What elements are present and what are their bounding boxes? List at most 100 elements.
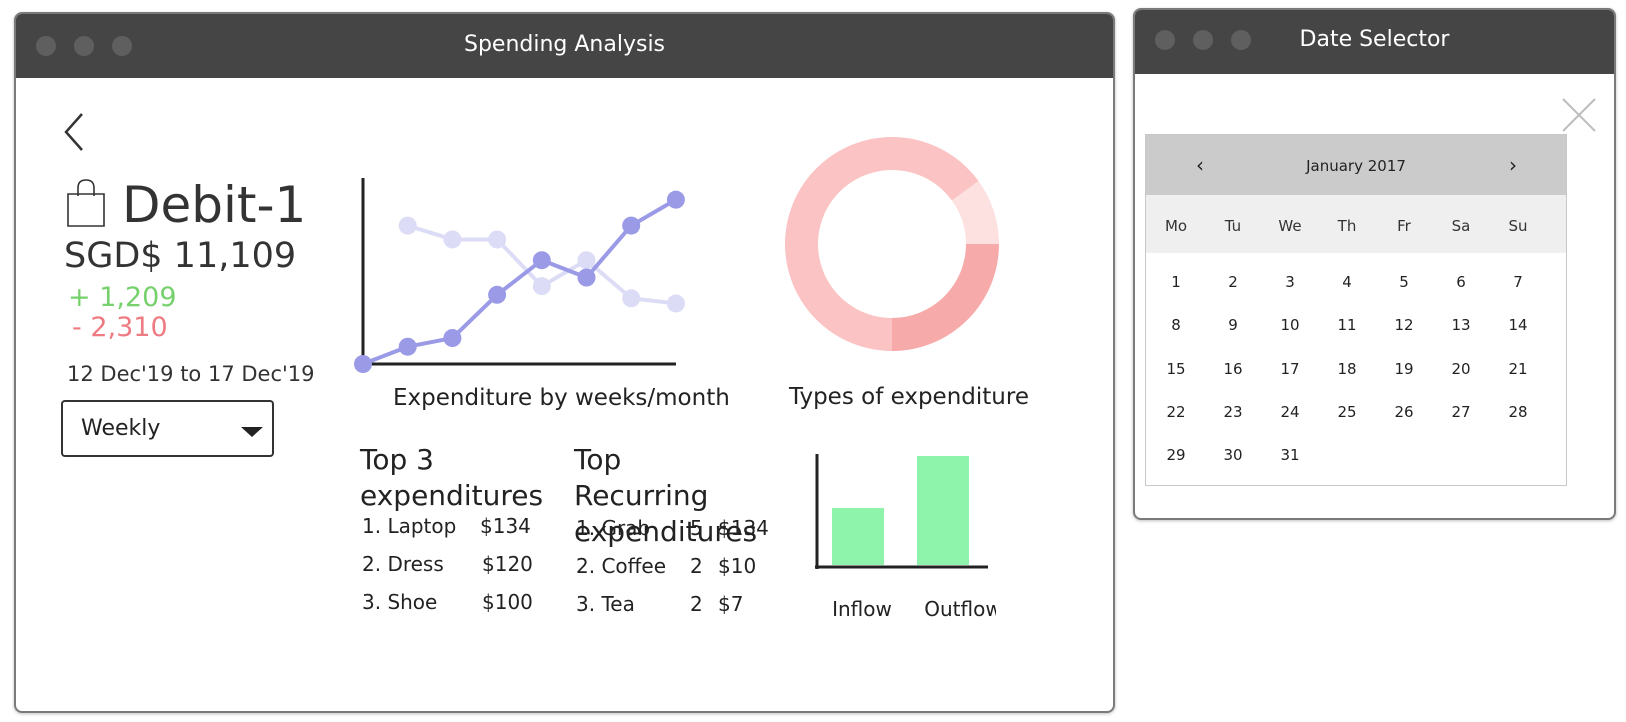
top3-item-amount: $120	[482, 552, 533, 576]
calendar-day[interactable]: 8	[1156, 316, 1196, 334]
line-chart-caption: Expenditure by weeks/month	[393, 385, 730, 411]
line-point	[443, 329, 462, 348]
calendar-day[interactable]: 19	[1384, 360, 1424, 378]
recurring-item-amount: $7	[718, 592, 744, 616]
calendar-day[interactable]: 23	[1213, 403, 1253, 421]
line-point	[354, 355, 372, 373]
weekday-label: We	[1278, 217, 1302, 235]
line-point	[398, 216, 417, 235]
calendar-day[interactable]: 21	[1498, 360, 1538, 378]
calendar-day[interactable]: 2	[1213, 273, 1253, 291]
line-point	[398, 337, 417, 356]
calendar-day[interactable]: 12	[1384, 316, 1424, 334]
top3-item-amount: $100	[482, 590, 533, 614]
outflow-amount: - 2,310	[72, 312, 168, 343]
top3-heading: Top 3 expenditures	[360, 443, 544, 512]
calendar-day[interactable]: 10	[1270, 316, 1310, 334]
line-series-group	[354, 190, 685, 373]
calendar: ‹ January 2017 › Mo Tu We Th Fr Sa Su 12345678…	[1145, 134, 1567, 486]
date-selector-window: Date Selector ‹ January 2017 › Mo Tu We Th F…	[1133, 8, 1616, 520]
calendar-day[interactable]: 27	[1441, 403, 1481, 421]
bar-inflow	[832, 507, 884, 565]
next-month-button[interactable]: ›	[1509, 153, 1517, 177]
calendar-header: ‹ January 2017 ›	[1146, 135, 1566, 195]
bar-label: Inflow	[832, 597, 892, 621]
calendar-day[interactable]: 24	[1270, 403, 1310, 421]
expenditure-line-chart	[354, 178, 685, 373]
calendar-day[interactable]: 20	[1441, 360, 1481, 378]
calendar-day[interactable]: 22	[1156, 403, 1196, 421]
expenditure-types-donut-chart	[785, 136, 999, 351]
recurring-item-amount: $134	[718, 516, 769, 540]
calendar-day[interactable]: 1	[1156, 273, 1196, 291]
line-point	[488, 285, 507, 304]
calendar-month-label: January 2017	[1306, 157, 1406, 175]
top3-item-name: 1. Laptop	[362, 514, 457, 538]
inflow-amount: + 1,209	[68, 282, 177, 313]
weekday-label: Tu	[1224, 217, 1242, 235]
recurring-item-name: 3. Tea	[576, 592, 635, 616]
bar-outflow	[917, 456, 969, 565]
weekday-label: Sa	[1451, 217, 1471, 235]
recurring-item-amount: $10	[718, 554, 757, 578]
recurring-item-name: 1. Grab	[576, 516, 651, 540]
calendar-day[interactable]: 16	[1213, 360, 1253, 378]
weekday-label: Mo	[1164, 217, 1188, 235]
period-dropdown[interactable]: Weekly	[61, 400, 274, 457]
bar-group	[832, 456, 969, 565]
back-arrow-icon[interactable]	[60, 108, 100, 156]
bar-label: Outflow	[924, 597, 996, 621]
line-point	[532, 251, 551, 270]
top3-item-name: 3. Shoe	[362, 590, 438, 614]
spending-analysis-window: Spending Analysis Debit-1 SGD$ 11,109 + …	[14, 12, 1115, 713]
calendar-day[interactable]: 6	[1441, 273, 1481, 291]
recurring-item-count: 2	[690, 554, 703, 578]
line-point	[666, 190, 685, 209]
weekday-label: Fr	[1397, 217, 1411, 235]
weekday-label: Su	[1508, 217, 1528, 235]
calendar-day[interactable]: 25	[1327, 403, 1367, 421]
calendar-day[interactable]: 9	[1213, 316, 1253, 334]
close-icon[interactable]	[1559, 95, 1599, 135]
title-bar: Spending Analysis	[16, 14, 1113, 78]
weekday-header-row: Mo Tu We Th Fr Sa Su	[1146, 195, 1566, 253]
calendar-day[interactable]: 17	[1270, 360, 1310, 378]
shopping-bag-icon	[67, 179, 105, 227]
chevron-down-icon	[241, 427, 263, 437]
calendar-day[interactable]: 13	[1441, 316, 1481, 334]
calendar-day[interactable]: 29	[1156, 446, 1196, 464]
line-point	[622, 289, 641, 308]
calendar-day[interactable]: 30	[1213, 446, 1253, 464]
calendar-day[interactable]: 15	[1156, 360, 1196, 378]
top3-item-name: 2. Dress	[362, 552, 444, 576]
weekday-label: Th	[1337, 217, 1357, 235]
line-point	[622, 216, 641, 235]
account-balance: SGD$ 11,109	[64, 236, 297, 276]
calendar-day[interactable]: 3	[1270, 273, 1310, 291]
calendar-day[interactable]: 7	[1498, 273, 1538, 291]
line-point	[666, 294, 685, 313]
line-point	[532, 277, 551, 296]
donut-chart-caption: Types of expenditure	[789, 384, 1029, 410]
period-dropdown-value: Weekly	[81, 416, 161, 441]
top3-item-amount: $134	[480, 514, 531, 538]
date-range[interactable]: 12 Dec'19 to 17 Dec'19	[67, 362, 315, 386]
window-title: Date Selector	[1299, 27, 1450, 52]
calendar-day[interactable]: 28	[1498, 403, 1538, 421]
calendar-day[interactable]: 26	[1384, 403, 1424, 421]
line-point	[443, 230, 462, 249]
donut-slice	[892, 244, 999, 351]
window-title: Spending Analysis	[463, 32, 666, 57]
account-name: Debit-1	[122, 176, 307, 234]
calendar-day[interactable]: 5	[1384, 273, 1424, 291]
recurring-item-name: 2. Coffee	[576, 554, 667, 578]
calendar-day[interactable]: 11	[1327, 316, 1367, 334]
calendar-day[interactable]: 31	[1270, 446, 1310, 464]
calendar-day[interactable]: 4	[1327, 273, 1367, 291]
line-point	[577, 268, 596, 287]
line-point	[577, 251, 596, 270]
title-bar: Date Selector	[1135, 10, 1614, 74]
calendar-day[interactable]: 14	[1498, 316, 1538, 334]
calendar-day[interactable]: 18	[1327, 360, 1367, 378]
inflow-outflow-bar-chart: Inflow Outflow	[815, 454, 996, 621]
